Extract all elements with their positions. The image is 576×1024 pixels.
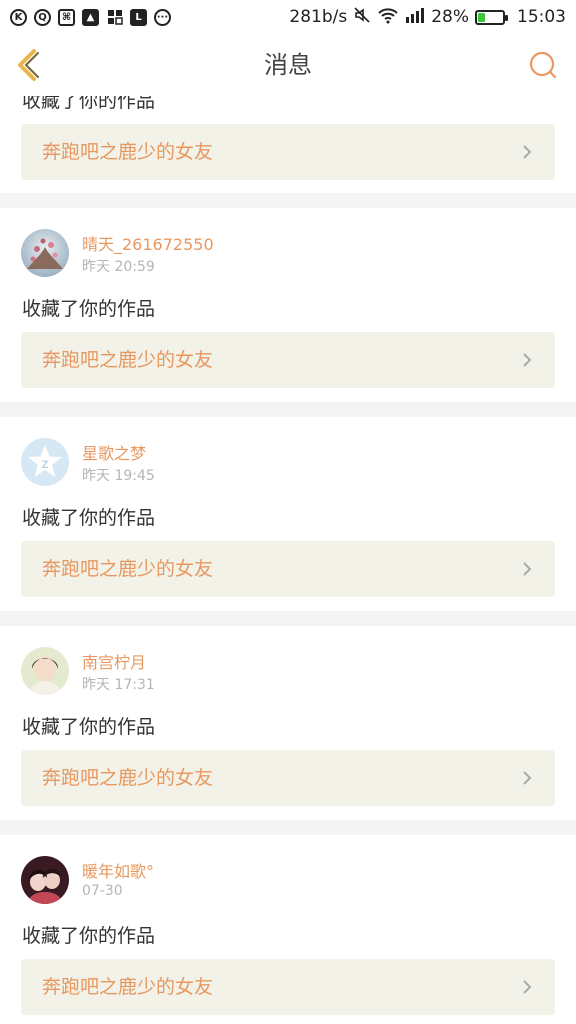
user-name[interactable]: 星歌之梦 [82,440,146,464]
message-time: 07-30 [82,883,123,899]
status-bar: K Q ⌘ ▲ L ··· 281b/s 28% 15:03 [0,0,576,34]
work-link[interactable]: 奔跑吧之鹿少的女友 [21,959,555,1015]
search-button[interactable] [528,50,558,80]
chevron-right-icon [523,353,532,367]
chevron-right-icon [523,562,532,576]
user-name[interactable]: 南宫柠月 [82,649,146,673]
avatar[interactable] [21,229,69,277]
battery-level [478,12,485,22]
user-name[interactable]: 晴天_261672550 [82,231,214,255]
q-bubble-icon: Q [34,8,51,26]
battery-percent: 28% [431,7,469,27]
mute-icon [353,6,371,29]
book-app-icon: L [130,8,147,26]
wifi-icon [377,6,399,29]
work-link[interactable]: 奔跑吧之鹿少的女友 [21,124,555,180]
message-time: 昨天 17:31 [82,677,155,693]
search-icon [529,51,557,79]
work-link[interactable]: 奔跑吧之鹿少的女友 [21,332,555,388]
avatar[interactable]: Z [21,438,69,486]
message-text: 收藏了你的作品 [22,96,156,112]
grid-app-icon [106,9,123,26]
notification-icons: K Q ⌘ ▲ L ··· [10,8,171,26]
message-time: 昨天 19:45 [82,468,155,484]
system-status: 281b/s 28% 15:03 [289,6,566,29]
svg-text:Z: Z [42,459,49,471]
work-title: 奔跑吧之鹿少的女友 [42,767,214,789]
work-title: 奔跑吧之鹿少的女友 [42,558,214,580]
work-title: 奔跑吧之鹿少的女友 [42,141,214,163]
clock: 15:03 [517,7,566,27]
image-icon: ▲ [82,8,99,26]
message-text: 收藏了你的作品 [22,298,156,320]
work-link[interactable]: 奔跑吧之鹿少的女友 [21,750,555,806]
chat-more-icon: ··· [154,8,171,26]
battery-icon [475,9,508,25]
list-item: 收藏了你的作品 奔跑吧之鹿少的女友 [0,96,576,193]
k-circle-icon: K [10,8,27,26]
work-title: 奔跑吧之鹿少的女友 [42,976,214,998]
message-list[interactable]: 收藏了你的作品 奔跑吧之鹿少的女友 晴天_261672550 昨天 20:59 … [0,96,576,1024]
signal-icon [405,7,425,28]
message-time: 昨天 20:59 [82,259,155,275]
chevron-right-icon [523,771,532,785]
work-link[interactable]: 奔跑吧之鹿少的女友 [21,541,555,597]
page-title: 消息 [264,51,312,79]
list-item: 晴天_261672550 昨天 20:59 收藏了你的作品 奔跑吧之鹿少的女友 [0,208,576,402]
network-speed: 281b/s [289,7,348,27]
work-title: 奔跑吧之鹿少的女友 [42,349,214,371]
app-icon: ⌘ [58,8,75,26]
nav-bar: 消息 [0,34,576,97]
message-text: 收藏了你的作品 [22,925,156,947]
chevron-right-icon [523,980,532,994]
avatar[interactable] [21,856,69,904]
avatar[interactable] [21,647,69,695]
user-name[interactable]: 暖年如歌° [82,858,154,882]
list-item: Z 星歌之梦 昨天 19:45 收藏了你的作品 奔跑吧之鹿少的女友 [0,417,576,611]
message-text: 收藏了你的作品 [22,716,156,738]
message-text: 收藏了你的作品 [22,507,156,529]
chevron-right-icon [523,145,532,159]
list-item: 暖年如歌° 07-30 收藏了你的作品 奔跑吧之鹿少的女友 [0,835,576,1024]
list-item: 南宫柠月 昨天 17:31 收藏了你的作品 奔跑吧之鹿少的女友 [0,626,576,820]
